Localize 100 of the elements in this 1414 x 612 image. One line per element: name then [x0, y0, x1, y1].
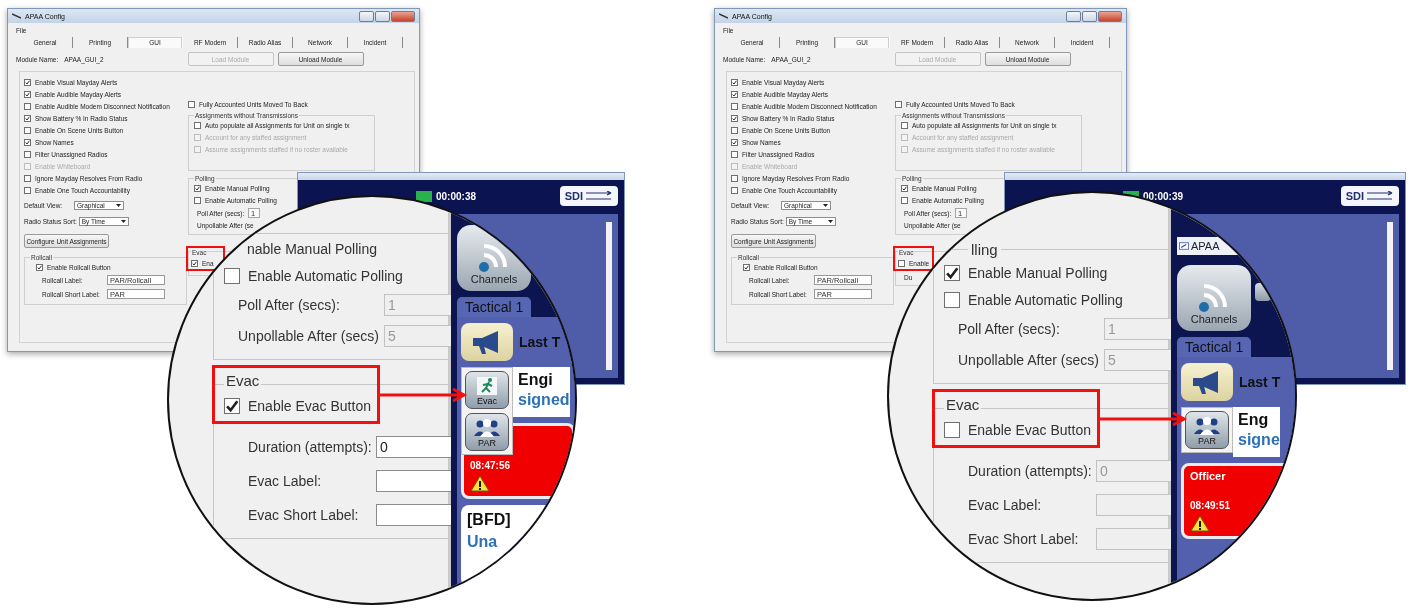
close-button[interactable] [391, 10, 415, 22]
check-icon [945, 266, 959, 280]
check-icon [192, 260, 197, 266]
par-button[interactable]: PAR [465, 413, 509, 451]
unit-status: Una [467, 533, 499, 551]
field-label: Evac Short Label: [968, 531, 1080, 547]
check-icon [37, 264, 42, 270]
checkbox[interactable] [24, 90, 31, 98]
dropdown-arrow-icon [115, 202, 122, 209]
checkbox[interactable] [731, 114, 738, 122]
checkbox[interactable] [194, 121, 201, 129]
checkbox[interactable] [24, 78, 31, 86]
option-label: Enable Evac Button [968, 422, 1091, 438]
window-title: APAA [1191, 240, 1220, 252]
app-icon [719, 13, 728, 19]
option-label: Enable Manual Polling [968, 265, 1108, 281]
option-label: Enable Evac Button [248, 398, 371, 414]
evac-button[interactable]: Evac [465, 371, 509, 409]
check-icon [25, 115, 30, 121]
close-button[interactable] [1098, 10, 1122, 22]
checkbox[interactable] [944, 265, 960, 281]
checkbox[interactable] [24, 186, 31, 194]
checkbox[interactable] [731, 186, 738, 194]
checkbox[interactable] [731, 174, 738, 182]
timer: 00:00:38 [436, 190, 477, 202]
unit-status: signe [1238, 431, 1280, 449]
checkbox[interactable] [188, 100, 195, 108]
checkbox[interactable] [895, 100, 902, 108]
check-icon [25, 139, 30, 145]
checkbox[interactable] [901, 121, 908, 129]
input-field[interactable]: 0 [376, 436, 452, 458]
status-indicator [416, 190, 432, 202]
dropdown-arrow-icon [826, 218, 834, 225]
unit-name: Engi [518, 371, 554, 389]
checkbox[interactable] [194, 184, 201, 192]
input-field[interactable] [376, 470, 452, 492]
check-icon [195, 185, 200, 191]
checkbox[interactable] [731, 138, 738, 146]
checkbox[interactable] [24, 114, 31, 122]
tab[interactable]: Tactical 1 [1177, 337, 1252, 357]
maximize-button[interactable] [1082, 10, 1097, 22]
people-icon [1193, 416, 1221, 436]
option-label: Enable Automatic Polling [968, 292, 1123, 308]
tab[interactable]: Tactical 1 [457, 297, 532, 317]
check-icon [732, 115, 737, 121]
field-label: Evac Short Label: [248, 507, 360, 523]
megaphone-button[interactable] [461, 323, 513, 361]
dropdown-arrow-icon [119, 218, 127, 225]
checkbox[interactable] [24, 174, 31, 182]
checkbox[interactable] [731, 126, 738, 134]
checkbox[interactable] [24, 138, 31, 146]
checkbox[interactable] [901, 196, 908, 204]
channels-button[interactable]: Channels [1177, 265, 1251, 331]
checkbox[interactable] [898, 259, 905, 267]
dropdown-arrow-icon [822, 202, 829, 209]
checkbox[interactable] [743, 263, 750, 271]
field-label: Unpollable After (secs) [238, 328, 380, 344]
last-activity-label: Last T [1239, 374, 1281, 390]
checkbox[interactable] [24, 102, 31, 110]
checkbox[interactable] [24, 150, 31, 158]
checkbox[interactable] [191, 259, 198, 267]
minimize-button[interactable] [1066, 10, 1081, 22]
arrow-icon [585, 191, 613, 201]
logo-text: SDI [564, 190, 583, 202]
checkbox[interactable] [731, 102, 738, 110]
checkbox[interactable] [901, 184, 908, 192]
par-button[interactable]: PAR [1185, 411, 1229, 449]
checkbox[interactable] [944, 292, 960, 308]
field-label: Poll After (secs): [238, 297, 341, 313]
checkbox[interactable] [731, 150, 738, 158]
checkbox[interactable] [731, 90, 738, 98]
timer: 00:00:39 [1143, 190, 1184, 202]
last-activity-label: Last T [519, 334, 561, 350]
option-label: Enable Automatic Polling [248, 268, 403, 284]
alert-time: 08:47:56 [470, 460, 512, 471]
check-icon [732, 139, 737, 145]
checkbox[interactable] [731, 78, 738, 86]
field-label: Duration (attempts): [248, 439, 373, 455]
checkbox[interactable] [224, 268, 240, 284]
warning-icon [1190, 515, 1210, 532]
unit-name: Eng [1238, 411, 1270, 429]
check-icon [225, 399, 239, 413]
unit-status: signed [518, 391, 570, 409]
checkbox[interactable] [36, 263, 43, 271]
running-person-icon [476, 376, 498, 396]
checkbox[interactable] [194, 196, 201, 204]
checkbox[interactable] [224, 398, 240, 414]
logo-text: SDI [1345, 190, 1364, 202]
input-field[interactable] [376, 504, 452, 526]
check-icon [744, 264, 749, 270]
people-icon [473, 418, 501, 438]
checkbox[interactable] [944, 422, 960, 438]
megaphone-button[interactable] [1181, 363, 1233, 401]
alert-title: Officer [1190, 470, 1227, 482]
field-label: Poll After (secs): [958, 321, 1061, 337]
warning-icon [470, 475, 490, 492]
maximize-button[interactable] [375, 10, 390, 22]
option-label: nable Manual Polling [247, 241, 377, 257]
checkbox[interactable] [24, 126, 31, 134]
minimize-button[interactable] [359, 10, 374, 22]
